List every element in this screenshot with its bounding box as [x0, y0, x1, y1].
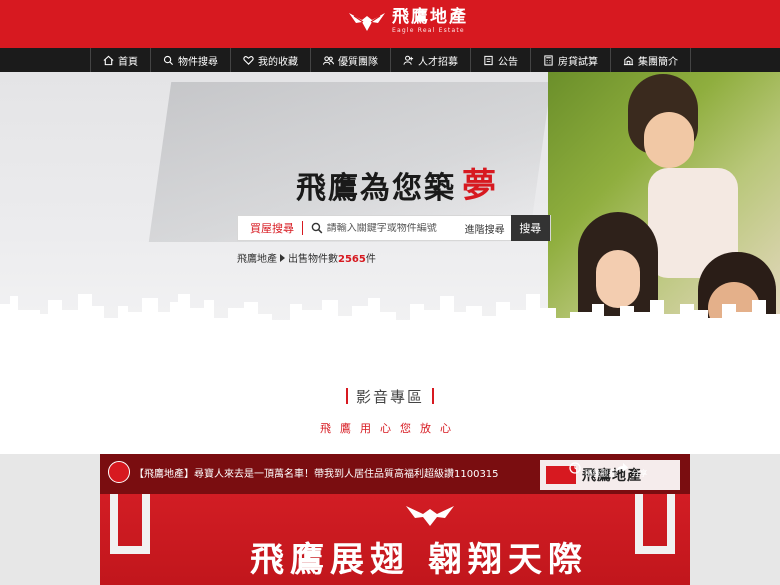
nav-item-8[interactable]: 集團簡介 [611, 48, 691, 72]
hero-banner: 飛鷹為您築 夢 買屋搜尋 進階搜尋 搜尋 飛鷹地產出售物件數2565件 [0, 72, 780, 362]
slogan-text: 飛鷹為您築 [296, 171, 456, 206]
title-bar-left [345, 388, 348, 404]
notice-icon [484, 55, 493, 65]
nav-item-label: 首頁 [118, 56, 138, 68]
team-icon [323, 55, 334, 65]
home-icon [103, 55, 114, 65]
nav-item-label: 優質團隊 [338, 56, 378, 68]
nav-item-label: 房貸試算 [558, 56, 598, 68]
count-label: 出售物件數 [288, 254, 338, 265]
slogan-highlight: 夢 [462, 166, 496, 206]
nav-item-label: 集團簡介 [638, 56, 678, 68]
brand-name: 飛鷹地產 [392, 7, 468, 27]
main-nav: 首頁 物件搜尋 我的收藏 優質團隊 人才招募 公告 房貸試算 集團簡介 [0, 48, 780, 72]
section-title: 影音專區 [0, 386, 780, 407]
nav-item-label: 我的收藏 [258, 56, 298, 68]
search-type-selector[interactable]: 買屋搜尋 [238, 220, 302, 236]
count-prefix: 飛鷹地產 [237, 254, 277, 265]
search-input[interactable] [326, 222, 459, 234]
search-icon [311, 222, 323, 234]
heart-icon [243, 55, 254, 65]
count-suffix: 件 [365, 254, 376, 265]
video-area: 【飛鷹地產】尋寶人來去是一頂萬名車！帶我到人居住品質高福利超級讚1100315 … [0, 454, 780, 585]
channel-avatar[interactable] [108, 461, 130, 483]
building-icon [623, 55, 634, 65]
nav-item-3[interactable]: 我的收藏 [231, 48, 311, 72]
share-button[interactable]: 分享 [615, 462, 648, 479]
watch-later-label: 稍後觀看 [584, 469, 617, 478]
hero-slogan: 飛鷹為您築 夢 [296, 158, 496, 207]
title-bar-right [432, 388, 434, 404]
listing-count: 飛鷹地產 出售物件數2565件 [237, 250, 376, 265]
nav-item-label: 公告 [498, 56, 518, 68]
nav-item-1[interactable]: 首頁 [90, 48, 151, 72]
advanced-search-link[interactable]: 進階搜尋 [459, 221, 511, 236]
nav-item-2[interactable]: 物件搜尋 [151, 48, 231, 72]
section-title-text: 影音專區 [355, 388, 424, 406]
nav-item-label: 物件搜尋 [178, 56, 218, 68]
video-section-header: 影音專區 飛鷹用心您放心 [0, 362, 780, 454]
nav-item-label: 人才招募 [418, 56, 458, 68]
video-player[interactable]: 【飛鷹地產】尋寶人來去是一頂萬名車！帶我到人居住品質高福利超級讚1100315 … [100, 454, 690, 585]
arrow-right-icon [280, 254, 285, 262]
nav-item-7[interactable]: 房貸試算 [531, 48, 611, 72]
share-label: 分享 [631, 469, 648, 478]
section-subtitle: 飛鷹用心您放心 [320, 422, 460, 435]
person-add-icon [403, 55, 414, 65]
decor-frame [110, 494, 150, 554]
search-icon [163, 55, 174, 65]
share-icon [616, 463, 628, 473]
nav-list: 首頁 物件搜尋 我的收藏 優質團隊 人才招募 公告 房貸試算 集團簡介 [90, 48, 691, 72]
video-banner-text: 飛鷹展翅 翱翔天際 [250, 540, 588, 580]
watch-later-button[interactable]: 稍後觀看 [568, 462, 617, 479]
search-button[interactable]: 搜尋 [510, 215, 550, 241]
property-search-bar: 買屋搜尋 進階搜尋 搜尋 [237, 215, 551, 241]
count-value: 2565 [338, 254, 366, 265]
video-title[interactable]: 【飛鷹地產】尋寶人來去是一頂萬名車！帶我到人居住品質高福利超級讚1100315 [134, 465, 499, 480]
nav-item-5[interactable]: 人才招募 [391, 48, 471, 72]
nav-item-4[interactable]: 優質團隊 [311, 48, 391, 72]
calculator-icon [544, 54, 553, 66]
brand-name-en: Eagle Real Estate [392, 27, 465, 34]
nav-item-6[interactable]: 公告 [471, 48, 531, 72]
city-skyline [0, 294, 780, 362]
search-divider [302, 221, 303, 235]
decor-frame [635, 494, 675, 554]
brand-logo[interactable]: 飛鷹地產 Eagle Real Estate [348, 9, 468, 34]
eagle-logo-icon [406, 506, 454, 526]
clock-icon [569, 462, 581, 474]
header-bar: 飛鷹地產 Eagle Real Estate [0, 0, 780, 48]
eagle-logo-icon [349, 12, 385, 31]
